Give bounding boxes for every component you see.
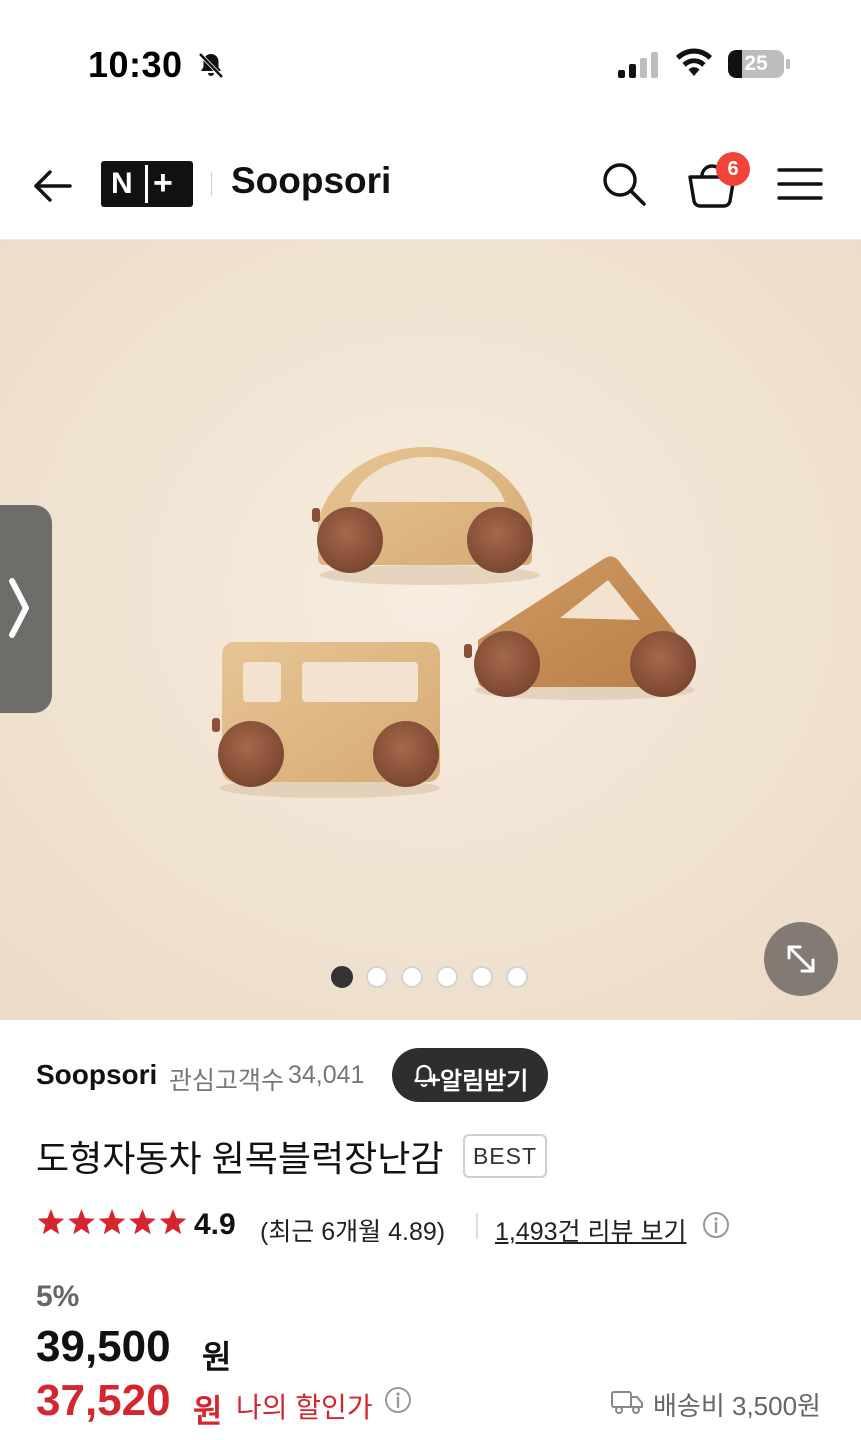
notify-label: 알림받기	[440, 1068, 529, 1095]
shipping-fee: 배송비 3,500원	[610, 1385, 840, 1421]
naver-plus-logo[interactable]: N +	[101, 161, 193, 207]
product-image-carousel[interactable]	[0, 240, 861, 1020]
notify-button[interactable]: 알림받기	[392, 1048, 548, 1102]
logo-n: N	[111, 167, 133, 200]
rating-value: 4.9	[194, 1208, 236, 1241]
star-icon	[98, 1209, 126, 1235]
star-icon	[68, 1209, 95, 1235]
star-icon	[37, 1209, 65, 1235]
expand-diagonal-icon	[787, 945, 815, 973]
status-time: 10:30	[88, 44, 183, 85]
battery-icon: 25	[728, 50, 790, 80]
product-photo	[0, 240, 861, 1020]
rating-row: 4.9 (최근 6개월 4.89) 1,493건 리뷰 보기	[36, 1205, 836, 1248]
delivery-truck-icon	[611, 1391, 643, 1414]
carousel-dot[interactable]	[436, 966, 458, 988]
my-discount-price-label: 나의 할인가	[236, 1392, 373, 1423]
battery-level: 25	[744, 52, 768, 75]
sale-price-unit: 원	[193, 1393, 223, 1429]
status-bar: 10:30 25	[0, 0, 861, 130]
store-title[interactable]: Soopsori	[231, 160, 391, 202]
wifi-icon	[676, 48, 712, 76]
back-arrow-icon[interactable]	[30, 164, 74, 208]
cart-count-badge: 6	[716, 152, 750, 186]
info-icon[interactable]	[702, 1211, 730, 1239]
star-rating-icon	[37, 1209, 187, 1235]
cellular-signal-icon	[618, 52, 658, 78]
info-icon[interactable]	[384, 1386, 412, 1414]
discount-rate: 5%	[36, 1280, 80, 1313]
hamburger-menu-icon[interactable]	[777, 166, 823, 202]
product-title: 도형자동차 원목블럭장난감	[36, 1138, 444, 1179]
bus-toy-car	[212, 642, 440, 798]
follower-label: 관심고객수	[169, 1067, 285, 1095]
nav-divider	[211, 172, 212, 196]
best-badge: BEST	[463, 1134, 547, 1178]
rating-divider	[476, 1213, 478, 1239]
carousel-dot[interactable]	[366, 966, 388, 988]
side-drawer-tab[interactable]	[0, 505, 52, 713]
star-icon	[129, 1209, 156, 1235]
carousel-dot[interactable]	[401, 966, 423, 988]
carousel-pagination	[331, 966, 531, 990]
carousel-dot[interactable]	[506, 966, 528, 988]
shipping-fee-text: 배송비 3,500원	[653, 1391, 821, 1421]
sale-price: 37,520	[36, 1376, 171, 1425]
review-link[interactable]: 1,493건 리뷰 보기	[495, 1212, 686, 1248]
follower-count: 34,041	[288, 1061, 365, 1089]
carousel-dot[interactable]	[331, 966, 353, 988]
carousel-dot[interactable]	[471, 966, 493, 988]
search-icon[interactable]	[600, 160, 648, 208]
expand-image-button[interactable]	[764, 922, 838, 996]
seller-row: Soopsori 관심고객수 34,041 알림받기	[36, 1048, 836, 1102]
seller-name[interactable]: Soopsori	[36, 1059, 157, 1091]
original-price-unit: 원	[202, 1339, 232, 1375]
bell-plus-icon	[414, 1064, 440, 1087]
bell-slash-icon	[198, 52, 224, 79]
logo-plus: +	[153, 164, 173, 202]
original-price: 39,500	[36, 1322, 171, 1371]
star-icon	[159, 1209, 187, 1235]
top-navigation: N + Soopsori 6	[0, 130, 861, 240]
recent-rating: (최근 6개월 4.89)	[260, 1218, 446, 1246]
chevron-right-icon	[9, 578, 29, 638]
